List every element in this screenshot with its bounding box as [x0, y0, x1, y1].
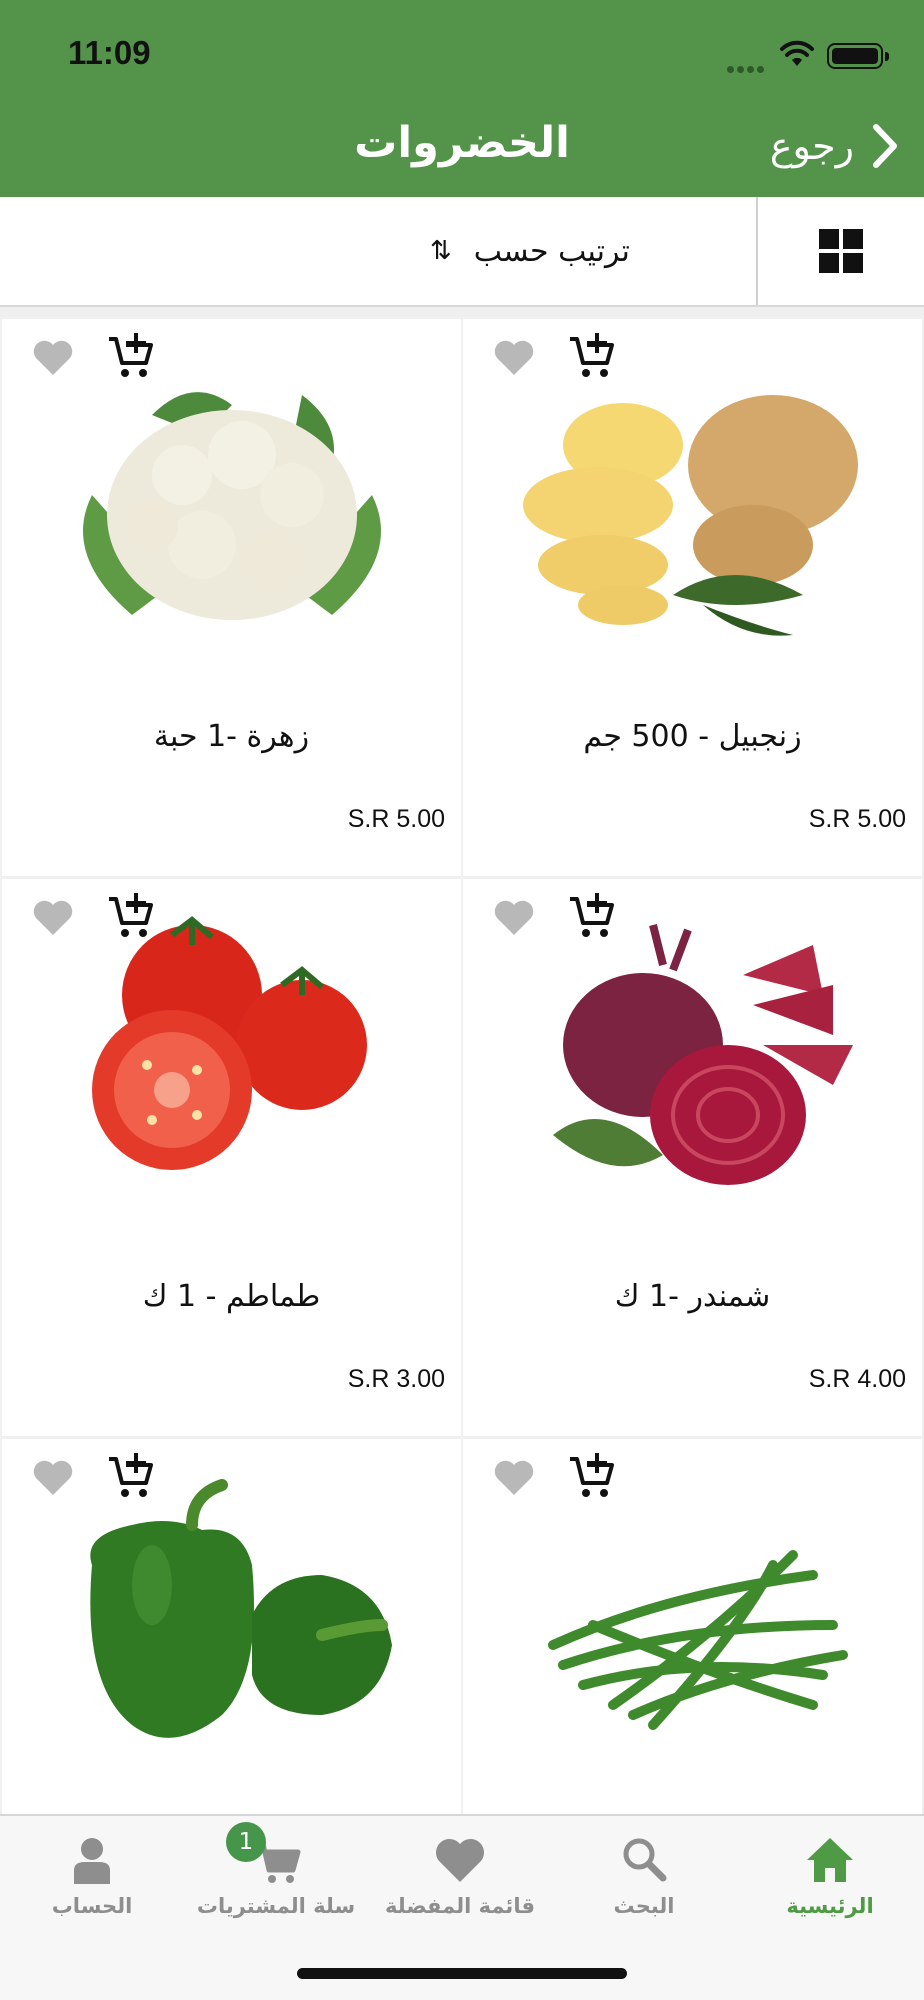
tab-favorites-label: قائمة المفضلة — [385, 1894, 535, 1918]
home-icon — [807, 1838, 853, 1882]
product-price: S.R 3.00 — [347, 1365, 445, 1393]
grid-icon — [819, 229, 863, 273]
cart-count-badge: 1 — [226, 1822, 266, 1862]
product-image-tomato — [32, 885, 432, 1245]
search-icon — [623, 1838, 667, 1882]
product-card[interactable]: زنجبيل - 500 جم S.R 5.00 — [463, 319, 922, 876]
tab-cart-label: سلة المشتريات — [196, 1894, 356, 1918]
chevron-right-icon — [873, 124, 897, 168]
tab-search-label: البحث — [613, 1894, 675, 1918]
sort-button[interactable]: ⇅ ترتيب حسب — [430, 197, 630, 305]
product-card[interactable]: طماطم - 1 ك S.R 3.00 — [2, 879, 461, 1436]
green-beans-image — [548, 1550, 848, 1730]
favorite-heart-icon[interactable] — [493, 899, 535, 937]
tab-account-label: الحساب — [51, 1894, 133, 1918]
add-to-cart-icon[interactable] — [567, 331, 617, 381]
tab-search[interactable]: البحث — [552, 1834, 736, 1944]
tab-home-label: الرئيسية — [786, 1894, 874, 1918]
product-card[interactable] — [463, 1439, 922, 1814]
status-time: 11:09 — [68, 34, 151, 71]
tomato-image — [92, 916, 367, 1170]
ginger-image — [523, 395, 858, 636]
product-price: S.R 4.00 — [808, 1365, 906, 1393]
product-grid: زنجبيل - 500 جم S.R 5.00 زهرة -1 حبة S.R… — [0, 317, 924, 1814]
sort-arrows-icon: ⇅ — [430, 236, 452, 266]
product-image-beetroot — [493, 885, 893, 1245]
favorite-heart-icon[interactable] — [32, 1459, 74, 1497]
grid-view-toggle[interactable] — [756, 197, 924, 305]
add-to-cart-icon[interactable] — [106, 331, 156, 381]
cellular-signal-icon — [727, 58, 767, 77]
product-card[interactable]: شمندر -1 ك S.R 4.00 — [463, 879, 922, 1436]
beetroot-image — [553, 924, 853, 1185]
favorite-heart-icon[interactable] — [32, 899, 74, 937]
product-name: طماطم - 1 ك — [142, 1279, 321, 1314]
product-card[interactable] — [2, 1439, 461, 1814]
product-name: شمندر -1 ك — [614, 1279, 771, 1314]
tab-home[interactable]: الرئيسية — [738, 1834, 922, 1944]
add-to-cart-icon[interactable] — [106, 891, 156, 941]
product-image-cauliflower — [32, 325, 432, 685]
product-card[interactable]: زهرة -1 حبة S.R 5.00 — [2, 319, 461, 876]
sort-bar: ⇅ ترتيب حسب — [0, 197, 924, 307]
tab-cart[interactable]: سلة المشتريات — [184, 1834, 368, 1944]
back-button[interactable]: رجوع — [770, 118, 902, 174]
product-image-green-pepper — [32, 1445, 432, 1805]
divider — [0, 307, 924, 317]
product-name: زهرة -1 حبة — [153, 719, 310, 754]
product-image-green-beans — [493, 1445, 893, 1805]
add-to-cart-icon[interactable] — [567, 1451, 617, 1501]
sort-label: ترتيب حسب — [473, 233, 630, 269]
app-header: 11:09 الخضروات رجوع — [0, 0, 924, 197]
user-icon — [74, 1838, 110, 1884]
add-to-cart-icon[interactable] — [567, 891, 617, 941]
wifi-icon — [780, 40, 814, 66]
add-to-cart-icon[interactable] — [106, 1451, 156, 1501]
product-image-ginger — [493, 325, 893, 685]
favorite-heart-icon[interactable] — [32, 339, 74, 377]
battery-icon — [827, 43, 889, 69]
product-price: S.R 5.00 — [347, 805, 445, 833]
favorite-heart-icon[interactable] — [493, 339, 535, 377]
tab-favorites[interactable]: قائمة المفضلة — [368, 1834, 552, 1944]
favorite-heart-icon[interactable] — [493, 1459, 535, 1497]
heart-icon — [435, 1838, 485, 1882]
back-label: رجوع — [769, 124, 854, 168]
product-name: زنجبيل - 500 جم — [583, 719, 802, 754]
green-pepper-image — [90, 1479, 392, 1738]
tab-account[interactable]: الحساب — [0, 1834, 184, 1944]
cauliflower-image — [83, 392, 381, 620]
home-indicator — [297, 1968, 627, 1979]
product-price: S.R 5.00 — [808, 805, 906, 833]
